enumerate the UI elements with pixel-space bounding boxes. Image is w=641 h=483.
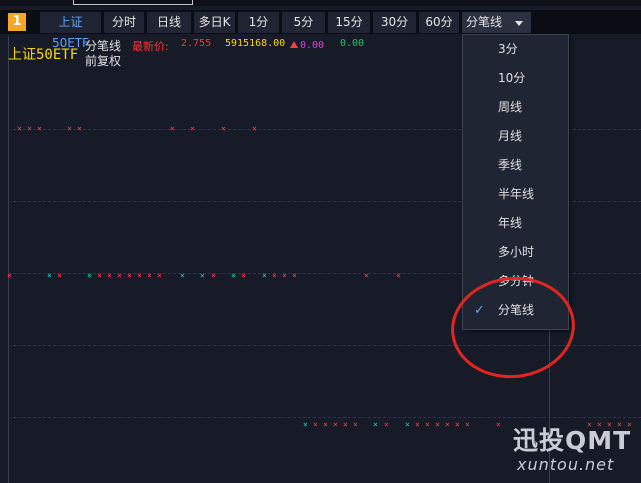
window-number-badge: 1: [8, 13, 26, 31]
tick-mark: ×: [157, 271, 162, 280]
menu-item-label: 月线: [498, 129, 523, 143]
tick-mark: ×: [272, 271, 277, 280]
tick-mark: ×: [292, 271, 297, 280]
tick-mark: ×: [17, 124, 22, 133]
menu-item-quarterly[interactable]: 季线: [463, 151, 568, 180]
menu-item-label: 多小时: [498, 245, 535, 259]
tick-mark: ×: [343, 420, 348, 429]
chevron-down-icon: [515, 21, 523, 26]
tick-mark: ×: [77, 124, 82, 133]
tick-mark: ×: [455, 420, 460, 429]
tick-mark: ×: [231, 271, 236, 280]
top-strip: [0, 0, 641, 6]
tick-mark: ×: [405, 420, 410, 429]
change-value: 0.00: [300, 40, 325, 51]
period-select-value: 分笔线: [466, 15, 503, 29]
tick-mark: ×: [7, 271, 12, 280]
tick-mark: ×: [262, 271, 267, 280]
tick-mark: ×: [364, 271, 369, 280]
menu-item-weekly[interactable]: 周线: [463, 93, 568, 122]
tick-mark: ×: [97, 271, 102, 280]
tab-security[interactable]: 上证50ETF: [40, 12, 101, 50]
security-name: 上证50ETF: [8, 47, 79, 63]
tick-mark: ×: [323, 420, 328, 429]
menu-item-half-year[interactable]: 半年线: [463, 180, 568, 209]
tick-mark: ×: [333, 420, 338, 429]
tab-60min[interactable]: 60分: [419, 12, 459, 33]
menu-item-multi-hour[interactable]: 多小时: [463, 238, 568, 267]
tick-mark: ×: [396, 271, 401, 280]
tick-mark: ×: [465, 420, 470, 429]
menu-item-label: 年线: [498, 216, 523, 230]
tick-mark: ×: [47, 271, 52, 280]
volume-value: 5915168.00: [225, 38, 286, 49]
tick-mark: ×: [57, 271, 62, 280]
tick-mark: ×: [147, 271, 152, 280]
menu-item-3min[interactable]: 3分: [463, 35, 568, 64]
tick-mark: ×: [313, 420, 318, 429]
tick-mark: ×: [496, 420, 501, 429]
tick-mark: ×: [117, 271, 122, 280]
watermark-brand: 迅投QMT: [513, 426, 632, 455]
tick-mark: ×: [415, 420, 420, 429]
tick-mark: ×: [37, 124, 42, 133]
menu-item-monthly[interactable]: 月线: [463, 122, 568, 151]
price-value: 2.755: [181, 38, 212, 49]
tick-mark: ×: [303, 420, 308, 429]
tick-mark: ×: [373, 420, 378, 429]
tick-mark: ×: [252, 124, 257, 133]
tick-mark: ×: [282, 271, 287, 280]
tick-mark: ×: [353, 420, 358, 429]
tick-mark: ×: [221, 124, 226, 133]
tick-mark: ×: [241, 271, 246, 280]
tick-mark: ×: [211, 271, 216, 280]
menu-item-yearly[interactable]: 年线: [463, 209, 568, 238]
price-label: 最新价:: [132, 40, 169, 53]
grid-line: [8, 417, 641, 418]
tick-mark: ×: [425, 420, 430, 429]
change-group: 0.00: [290, 38, 324, 51]
tick-mark: ×: [170, 124, 175, 133]
arrow-up-icon: [290, 41, 298, 48]
tab-15min[interactable]: 15分: [328, 12, 370, 33]
tick-mark: ×: [107, 271, 112, 280]
tick-mark: ×: [384, 420, 389, 429]
menu-item-label: 半年线: [498, 187, 535, 201]
menu-item-label: 3分: [498, 42, 518, 56]
change-pct-value: 0.00: [340, 38, 365, 49]
tab-intraday[interactable]: 分时: [104, 12, 144, 33]
adjust-mode-label: 前复权: [85, 54, 122, 68]
tick-mark: ×: [445, 420, 450, 429]
tab-multi-day-k[interactable]: 多日K: [194, 12, 235, 33]
period-select[interactable]: 分笔线: [462, 12, 531, 33]
tick-mark: ×: [137, 271, 142, 280]
tick-mark: ×: [87, 271, 92, 280]
tick-mark: ×: [27, 124, 32, 133]
tick-mark: ×: [190, 124, 195, 133]
tab-30min[interactable]: 30分: [373, 12, 416, 33]
tick-mark: ×: [435, 420, 440, 429]
tab-1min[interactable]: 1分: [238, 12, 279, 33]
tick-mark: ×: [200, 271, 205, 280]
tab-daily[interactable]: 日线: [147, 12, 191, 33]
menu-item-label: 周线: [498, 100, 523, 114]
window-tab-stub[interactable]: [73, 0, 193, 5]
menu-item-label: 季线: [498, 158, 523, 172]
watermark-url: xuntou.net: [517, 455, 615, 474]
tick-mark: ×: [180, 271, 185, 280]
tick-mark: ×: [127, 271, 132, 280]
chart-left-border: [8, 36, 9, 483]
menu-item-10min[interactable]: 10分: [463, 64, 568, 93]
menu-item-label: 10分: [498, 71, 526, 85]
tab-5min[interactable]: 5分: [282, 12, 325, 33]
tick-mark: ×: [67, 124, 72, 133]
